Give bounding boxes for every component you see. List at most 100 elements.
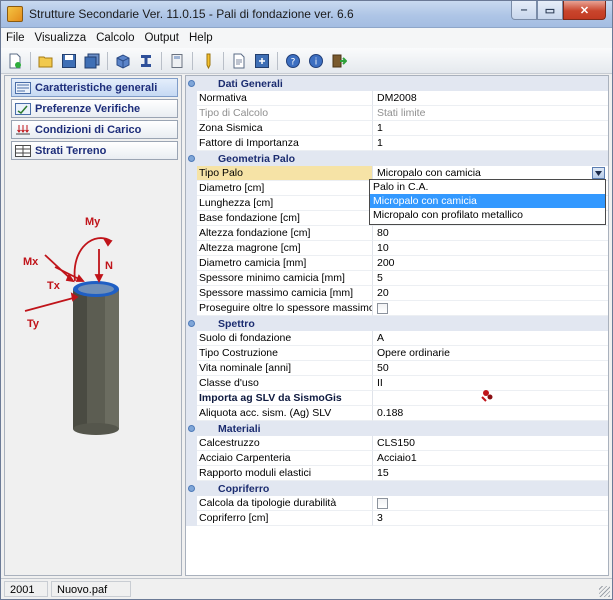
nav-condizioni-di-carico[interactable]: Condizioni di Carico — [11, 120, 178, 139]
prop-suolo-fondazione[interactable]: Suolo di fondazione A — [186, 331, 608, 346]
category-title: Copriferro — [218, 482, 270, 495]
chevron-down-icon[interactable] — [592, 167, 605, 179]
svg-text:?: ? — [291, 57, 296, 67]
minimize-button[interactable]: ‒ — [511, 1, 537, 20]
menu-file[interactable]: File — [1, 32, 30, 44]
label-n: N — [105, 260, 113, 272]
busy-cursor-icon — [481, 390, 493, 402]
nav-strati-terreno[interactable]: Strati Terreno — [11, 141, 178, 160]
prop-value[interactable]: 80 — [373, 226, 608, 241]
nav-preferenze-verifiche[interactable]: Preferenze Verifiche — [11, 99, 178, 118]
menu-visualizza[interactable]: Visualizza — [30, 32, 92, 44]
prop-name: Rapporto moduli elastici — [197, 466, 373, 481]
category-title: Spettro — [218, 317, 255, 330]
export-icon[interactable] — [252, 51, 272, 71]
menu-bar: File Visualizza Calcolo Output Help — [1, 28, 612, 48]
collapse-icon[interactable] — [186, 76, 197, 91]
prop-diametro-camicia[interactable]: Diametro camicia [mm] 200 — [186, 256, 608, 271]
prop-spessore-minimo[interactable]: Spessore minimo camicia [mm] 5 — [186, 271, 608, 286]
prop-calcestruzzo[interactable]: Calcestruzzo CLS150 — [186, 436, 608, 451]
save-all-icon[interactable] — [82, 51, 102, 71]
collapse-icon[interactable] — [186, 421, 197, 436]
menu-output[interactable]: Output — [139, 32, 184, 44]
prop-value[interactable]: 200 — [373, 256, 608, 271]
prop-value[interactable]: 20 — [373, 286, 608, 301]
prop-name: Fattore di Importanza — [197, 136, 373, 151]
status-code: 2001 — [4, 581, 48, 597]
prop-value[interactable]: Acciaio1 — [373, 451, 608, 466]
prop-value[interactable]: 1 — [373, 136, 608, 151]
prop-name: Zona Sismica — [197, 121, 373, 136]
category-spettro[interactable]: Spettro — [186, 316, 608, 331]
maximize-button[interactable]: ▭ — [537, 1, 563, 20]
pencil-icon[interactable] — [198, 51, 218, 71]
preferences-icon — [15, 102, 31, 116]
beam-section-icon[interactable] — [136, 51, 156, 71]
nav-caratteristiche-generali[interactable]: Caratteristiche generali — [11, 78, 178, 97]
calcola-checkbox[interactable] — [377, 498, 388, 509]
info-icon[interactable]: i — [306, 51, 326, 71]
title-bar[interactable]: Strutture Secondarie Ver. 11.0.15 - Pali… — [1, 1, 612, 28]
prop-tipo-costruzione[interactable]: Tipo Costruzione Opere ordinarie — [186, 346, 608, 361]
close-button[interactable]: ✕ — [563, 1, 606, 20]
prop-value[interactable]: A — [373, 331, 608, 346]
prop-acciaio-carpenteria[interactable]: Acciaio Carpenteria Acciaio1 — [186, 451, 608, 466]
left-panel: Caratteristiche generali Preferenze Veri… — [4, 75, 182, 576]
prop-rapporto-moduli[interactable]: Rapporto moduli elastici 15 — [186, 466, 608, 481]
dropdown-option[interactable]: Palo in C.A. — [370, 180, 605, 194]
prop-calcola-durabilita[interactable]: Calcola da tipologie durabilità — [186, 496, 608, 511]
help-icon[interactable]: ? — [283, 51, 303, 71]
prop-proseguire[interactable]: Proseguire oltre lo spessore massimo — [186, 301, 608, 316]
window-title: Strutture Secondarie Ver. 11.0.15 - Pali… — [29, 7, 354, 21]
property-grid: Dati Generali Normativa DM2008 Tipo di Ca… — [185, 75, 609, 576]
prop-value[interactable]: 50 — [373, 361, 608, 376]
save-icon[interactable] — [59, 51, 79, 71]
category-materiali[interactable]: Materiali — [186, 421, 608, 436]
category-geometria-palo[interactable]: Geometria Palo — [186, 151, 608, 166]
prop-importa-sismogis[interactable]: Importa ag SLV da SismoGis — [186, 391, 608, 406]
3d-view-icon[interactable] — [113, 51, 133, 71]
prop-value[interactable]: CLS150 — [373, 436, 608, 451]
menu-calcolo[interactable]: Calcolo — [91, 32, 139, 44]
prop-normativa[interactable]: Normativa DM2008 — [186, 91, 608, 106]
prop-name: Spessore minimo camicia [mm] — [197, 271, 373, 286]
toolbar-separator — [223, 51, 224, 70]
prop-value[interactable]: 3 — [373, 511, 608, 526]
prop-spessore-massimo[interactable]: Spessore massimo camicia [mm] 20 — [186, 286, 608, 301]
dropdown-option-selected[interactable]: Micropalo con camicia — [370, 194, 605, 208]
toolbar-separator — [277, 51, 278, 70]
tipo-palo-dropdown-list: Palo in C.A. Micropalo con camicia Micro… — [369, 179, 606, 225]
prop-value[interactable]: 15 — [373, 466, 608, 481]
resize-grip-icon[interactable] — [599, 586, 610, 597]
prop-value[interactable]: 0.188 — [373, 406, 608, 421]
menu-help[interactable]: Help — [184, 32, 218, 44]
prop-value[interactable]: DM2008 — [373, 91, 608, 106]
prop-value[interactable]: 1 — [373, 121, 608, 136]
prop-fattore-importanza[interactable]: Fattore di Importanza 1 — [186, 136, 608, 151]
category-dati-generali[interactable]: Dati Generali — [186, 76, 608, 91]
open-folder-icon[interactable] — [36, 51, 56, 71]
prop-zona-sismica[interactable]: Zona Sismica 1 — [186, 121, 608, 136]
prop-copriferro[interactable]: Copriferro [cm] 3 — [186, 511, 608, 526]
prop-value[interactable]: 5 — [373, 271, 608, 286]
nav-label: Preferenze Verifiche — [35, 102, 141, 115]
prop-value[interactable]: Opere ordinarie — [373, 346, 608, 361]
toolbar: ? i — [1, 48, 612, 74]
loads-icon — [15, 123, 31, 137]
exit-icon[interactable] — [329, 51, 349, 71]
prop-vita-nominale[interactable]: Vita nominale [anni] 50 — [186, 361, 608, 376]
report-icon[interactable] — [229, 51, 249, 71]
prop-aliquota[interactable]: Aliquota acc. sism. (Ag) SLV 0.188 — [186, 406, 608, 421]
collapse-icon[interactable] — [186, 481, 197, 496]
proseguire-checkbox[interactable] — [377, 303, 388, 314]
collapse-icon[interactable] — [186, 151, 197, 166]
prop-value[interactable]: 10 — [373, 241, 608, 256]
category-copriferro[interactable]: Copriferro — [186, 481, 608, 496]
prop-classe-uso[interactable]: Classe d'uso II — [186, 376, 608, 391]
prop-altezza-magrone[interactable]: Altezza magrone [cm] 10 — [186, 241, 608, 256]
calculator-icon[interactable] — [167, 51, 187, 71]
prop-altezza-fondazione[interactable]: Altezza fondazione [cm] 80 — [186, 226, 608, 241]
dropdown-option[interactable]: Micropalo con profilato metallico — [370, 208, 605, 222]
collapse-icon[interactable] — [186, 316, 197, 331]
new-file-icon[interactable] — [5, 51, 25, 71]
